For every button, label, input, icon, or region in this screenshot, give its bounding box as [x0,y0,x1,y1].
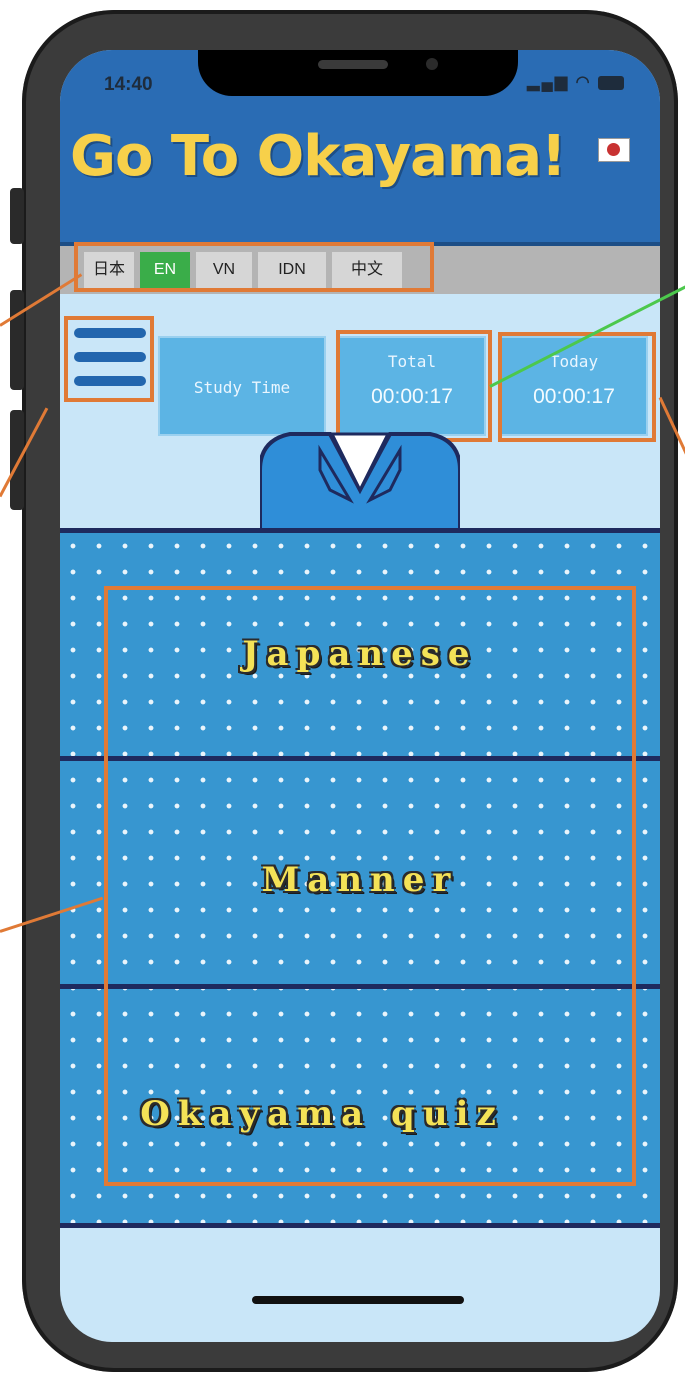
app-screen: Go To Okayama! 14:40 ▂▄▆ ◠ 日本 EN VN IDN … [60,50,660,1342]
wifi-icon: ◠ [575,74,592,91]
status-icons: ▂▄▆ ◠ [527,72,624,92]
total-highlight [336,330,492,442]
menu-highlight [104,586,636,1186]
front-camera [426,58,438,70]
hamburger-menu-button[interactable] [64,316,154,402]
today-highlight [498,332,656,442]
side-button-silent [10,188,24,244]
battery-icon [598,75,624,90]
notch [198,50,518,96]
signal-icon: ▂▄▆ [527,74,570,91]
character-suit-illustration [260,432,460,534]
speaker [318,60,388,69]
study-time-label: Study Time [158,336,326,436]
language-bar-highlight [74,242,434,292]
home-indicator[interactable] [252,1296,464,1304]
side-button-volume-up [10,290,24,390]
japan-flag-icon [598,138,630,162]
status-time: 14:40 [104,74,153,95]
app-title: Go To Okayama! [70,124,567,189]
